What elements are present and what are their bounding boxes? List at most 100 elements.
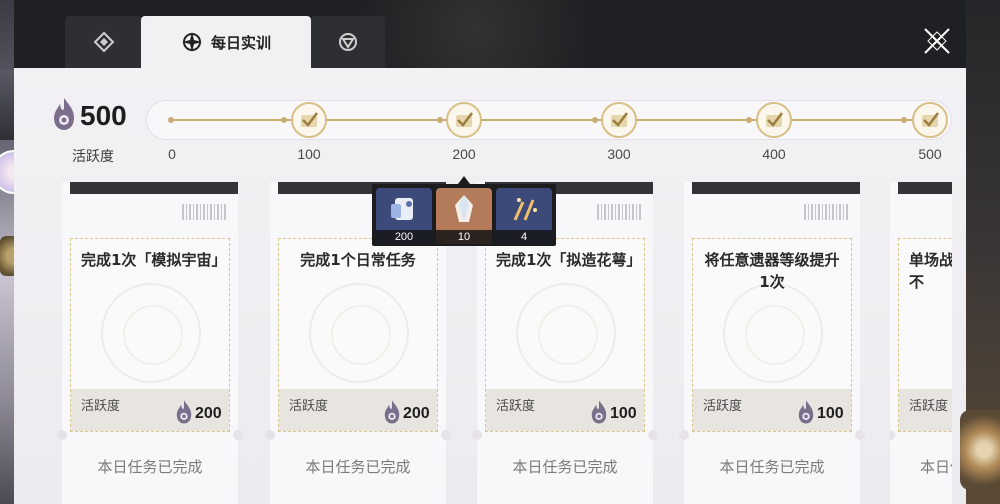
ticket-notch bbox=[855, 430, 865, 440]
milestone-300-chest[interactable] bbox=[601, 102, 637, 138]
compass-emblem-icon bbox=[181, 32, 202, 52]
card-content: 完成1次「模拟宇宙」 活跃度 200 bbox=[70, 238, 230, 432]
task-reward: 活跃度 200 bbox=[279, 389, 437, 431]
task-title: 完成1次「模拟宇宙」 bbox=[81, 251, 227, 269]
check-icon bbox=[922, 112, 939, 127]
activity-flame-icon bbox=[798, 400, 814, 424]
progress-dot bbox=[746, 117, 752, 123]
diamond-tool-icon bbox=[93, 31, 114, 53]
reward-label: 活跃度 bbox=[496, 399, 536, 414]
card-content: 完成1个日常任务 活跃度 200 bbox=[278, 238, 438, 432]
task-status: 本日任务已完成 bbox=[305, 458, 411, 476]
barcode-decoration bbox=[597, 204, 641, 220]
reward-count: 10 bbox=[436, 230, 492, 244]
emblem-watermark bbox=[723, 283, 823, 383]
milestone-400-chest[interactable] bbox=[756, 102, 792, 138]
task-title: 单场战斗中触发3种不 bbox=[909, 251, 952, 291]
progress-dot bbox=[437, 117, 443, 123]
close-icon bbox=[924, 28, 950, 54]
popup-arrow bbox=[458, 176, 470, 184]
barcode-decoration bbox=[182, 204, 226, 220]
reward-label: 活跃度 bbox=[289, 399, 329, 414]
progress-dot bbox=[168, 117, 174, 123]
activity-flame-icon bbox=[384, 400, 400, 424]
card-top-bar bbox=[70, 182, 238, 194]
task-reward: 活跃度 200 bbox=[71, 389, 229, 431]
task-title: 完成1次「拟造花萼」 bbox=[496, 251, 642, 269]
card-top-bar bbox=[898, 182, 952, 194]
ticket-notch bbox=[890, 430, 895, 440]
milestone-500-chest[interactable] bbox=[912, 102, 948, 138]
emblem-watermark bbox=[101, 283, 201, 383]
reward-count: 200 bbox=[376, 230, 432, 244]
activity-flame-icon bbox=[591, 400, 607, 424]
reward-value: 200 bbox=[403, 405, 430, 422]
tab-survival[interactable] bbox=[311, 16, 385, 68]
task-status: 本日任务已完成 bbox=[97, 458, 203, 476]
check-icon bbox=[611, 112, 628, 127]
task-reward: 活跃度 bbox=[899, 389, 952, 431]
activity-value: 500 bbox=[80, 100, 127, 131]
check-icon bbox=[456, 112, 473, 127]
milestone-label: 500 bbox=[918, 146, 942, 162]
check-icon bbox=[766, 112, 783, 127]
close-button[interactable] bbox=[920, 24, 954, 58]
milestone-200-chest[interactable] bbox=[446, 102, 482, 138]
header-bar: 每日实训 bbox=[14, 0, 986, 68]
ticket-notch bbox=[265, 430, 275, 440]
milestone-label: 300 bbox=[607, 146, 631, 162]
ticket-notch bbox=[57, 430, 67, 440]
card-top-bar bbox=[692, 182, 860, 194]
task-status: 本日任务已完成 bbox=[920, 458, 952, 476]
tab-daily-training-label: 每日实训 bbox=[210, 33, 271, 52]
task-title: 完成1个日常任务 bbox=[300, 251, 416, 269]
card-content: 将任意遗器等级提升1次 活跃度 100 bbox=[692, 238, 852, 432]
milestone-label: 400 bbox=[762, 146, 786, 162]
reward-item-crystal[interactable]: 10 bbox=[436, 188, 492, 244]
tab-daily-training[interactable]: 每日实训 bbox=[141, 16, 311, 68]
feather-sparks-icon bbox=[513, 198, 537, 221]
ticket-notch bbox=[233, 430, 243, 440]
reward-value: 200 bbox=[195, 405, 222, 422]
ticket-notch bbox=[648, 430, 658, 440]
milestone-100-chest[interactable] bbox=[291, 102, 327, 138]
check-icon bbox=[301, 112, 318, 127]
activity-label: 活跃度 bbox=[72, 149, 114, 165]
milestone-label: 100 bbox=[297, 146, 321, 162]
task-status: 本日任务已完成 bbox=[719, 458, 825, 476]
task-reward: 活跃度 100 bbox=[486, 389, 644, 431]
reward-label: 活跃度 bbox=[909, 399, 949, 414]
activity-flame-icon bbox=[54, 98, 74, 130]
emblem-watermark bbox=[309, 283, 409, 383]
activity-flame-icon bbox=[176, 400, 192, 424]
tab-tools[interactable] bbox=[65, 16, 142, 68]
task-card-clip: 单场战斗中触发3种不 活跃度 本日任务已完成 bbox=[890, 182, 952, 504]
credit-icon bbox=[391, 198, 413, 220]
milestone-label: 200 bbox=[452, 146, 476, 162]
crystal-icon bbox=[455, 195, 473, 222]
ticket-notch bbox=[441, 430, 451, 440]
task-title: 将任意遗器等级提升1次 bbox=[704, 251, 840, 291]
shield-triangle-icon bbox=[339, 33, 357, 51]
task-card[interactable]: 将任意遗器等级提升1次 活跃度 100 本日任务已完成 bbox=[679, 182, 865, 504]
task-card[interactable]: 单场战斗中触发3种不 活跃度 本日任务已完成 bbox=[890, 182, 952, 504]
reward-item-credit[interactable]: 200 bbox=[376, 188, 432, 244]
reward-label: 活跃度 bbox=[81, 399, 121, 414]
task-card[interactable]: 完成1次「模拟宇宙」 活跃度 200 本日任务已完成 bbox=[57, 182, 243, 504]
task-reward: 活跃度 100 bbox=[693, 389, 851, 431]
milestone-label: 0 bbox=[168, 146, 176, 162]
progress-dot bbox=[592, 117, 598, 123]
barcode-decoration bbox=[804, 204, 848, 220]
progress-dot bbox=[281, 117, 287, 123]
reward-preview-popup: 200 10 4 bbox=[372, 184, 556, 246]
reward-value: 100 bbox=[817, 405, 844, 422]
card-content: 完成1次「拟造花萼」 活跃度 100 bbox=[485, 238, 645, 432]
card-content: 单场战斗中触发3种不 活跃度 bbox=[898, 238, 952, 432]
reward-value: 100 bbox=[610, 405, 637, 422]
ticket-notch bbox=[472, 430, 482, 440]
reward-item-material[interactable]: 4 bbox=[496, 188, 552, 244]
reward-count: 4 bbox=[496, 230, 552, 244]
reward-label: 活跃度 bbox=[703, 399, 743, 414]
progress-dot bbox=[901, 117, 907, 123]
ticket-notch bbox=[679, 430, 689, 440]
